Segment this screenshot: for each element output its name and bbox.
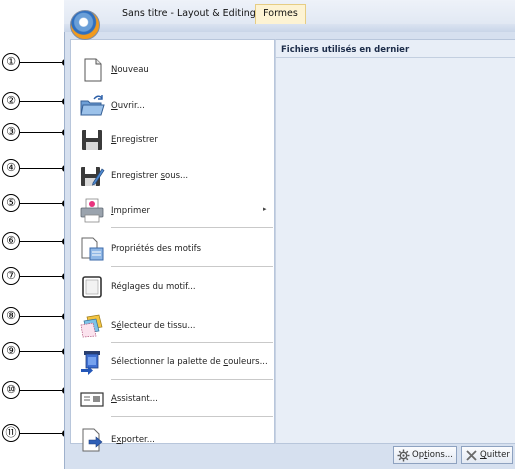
callout-number: ⑪ — [2, 424, 20, 442]
menu-item-open[interactable]: Ouvrir... — [71, 87, 274, 123]
callout-number: ① — [2, 53, 20, 71]
menu-item-label: Propriétés des motifs — [111, 244, 202, 254]
save-as-icon — [81, 167, 105, 186]
quit-button[interactable]: Quitter — [461, 446, 513, 464]
callout-number: ⑤ — [2, 194, 20, 212]
callout-8: ⑧ — [0, 307, 70, 327]
fabric-selector-icon — [80, 314, 103, 338]
callout-number: ④ — [2, 159, 20, 177]
callout-line — [20, 276, 62, 278]
callout-number: ⑨ — [2, 342, 20, 360]
callout-6: ⑥ — [0, 232, 70, 252]
app-window: Sans titre - Layout & Editing Formes Nou… — [64, 0, 515, 469]
menu-item-fabric-selector[interactable]: Sélecteur de tissu... — [71, 307, 274, 343]
menu-separator — [111, 266, 273, 267]
export-icon — [82, 428, 103, 452]
callout-line — [20, 316, 62, 318]
submenu-arrow-icon: ▸ — [263, 205, 267, 213]
callout-number: ③ — [2, 123, 20, 141]
recent-files-header: Fichiers utilisés en dernier — [276, 40, 515, 58]
callout-11: ⑪ — [0, 424, 70, 444]
callout-number: ② — [2, 92, 20, 110]
application-button[interactable] — [70, 10, 100, 40]
callout-line — [20, 351, 62, 353]
callout-line — [20, 433, 62, 435]
menu-item-label: Assistant... — [111, 394, 158, 404]
menu-item-new[interactable]: Nouveau — [71, 51, 274, 87]
options-button[interactable]: Options... — [393, 446, 457, 464]
close-icon — [466, 450, 477, 461]
callout-10: ⑩ — [0, 381, 70, 401]
design-properties-icon — [81, 237, 104, 261]
callout-line — [20, 168, 62, 170]
new-document-icon — [84, 58, 102, 82]
wizard-icon — [80, 392, 104, 407]
callout-number: ⑥ — [2, 232, 20, 250]
callout-4: ④ — [0, 159, 70, 179]
menu-separator — [111, 416, 273, 417]
menu-item-export[interactable]: Exporter... — [71, 421, 274, 457]
options-button-label: Options... — [412, 450, 453, 460]
color-palette-icon — [81, 351, 100, 375]
menu-separator — [111, 227, 273, 228]
window-title: Sans titre - Layout & Editing — [122, 8, 256, 19]
menu-commands-panel: Nouveau Ouvrir... Enregistrer Enregistre… — [70, 39, 275, 452]
callout-2: ② — [0, 92, 70, 112]
callout-7: ⑦ — [0, 267, 70, 287]
callout-line — [20, 132, 62, 134]
menu-item-label: Ouvrir... — [111, 101, 145, 111]
design-settings-icon — [82, 276, 102, 298]
callout-5: ⑤ — [0, 194, 70, 214]
recent-files-panel: Fichiers utilisés en dernier — [275, 39, 515, 444]
menu-item-design-settings[interactable]: Réglages du motif... — [71, 268, 274, 304]
menu-item-label: Sélecteur de tissu... — [111, 321, 196, 331]
callout-line — [20, 62, 62, 64]
callout-number: ⑩ — [2, 381, 20, 399]
callout-line — [20, 101, 62, 103]
menu-item-label: Sélectionner la palette de couleurs... — [111, 357, 268, 367]
callout-1: ① — [0, 53, 70, 73]
menu-item-label: Enregistrer sous... — [111, 171, 189, 181]
callout-9: ⑨ — [0, 342, 70, 362]
save-icon — [82, 130, 102, 150]
menu-item-label: Réglages du motif... — [111, 282, 196, 292]
callout-number: ⑧ — [2, 307, 20, 325]
menu-item-wizard[interactable]: Assistant... — [71, 380, 274, 416]
callout-line — [20, 390, 62, 392]
menu-item-design-properties[interactable]: Propriétés des motifs — [71, 230, 274, 266]
ribbon-edge — [64, 24, 515, 32]
menu-item-label: Nouveau — [111, 65, 149, 75]
callout-line — [20, 203, 62, 205]
callout-line — [20, 241, 62, 243]
open-folder-icon — [80, 95, 105, 116]
menu-item-label: Enregistrer — [111, 135, 158, 145]
menu-item-print[interactable]: Imprimer ▸ — [71, 192, 274, 228]
tab-formes[interactable]: Formes — [255, 4, 306, 24]
callout-3: ③ — [0, 123, 70, 143]
menu-item-save-as[interactable]: Enregistrer sous... — [71, 157, 274, 193]
menu-item-label: Imprimer — [111, 206, 151, 216]
application-menu: Nouveau Ouvrir... Enregistrer Enregistre… — [64, 32, 515, 469]
menu-item-color-palette[interactable]: Sélectionner la palette de couleurs... — [71, 343, 274, 379]
menu-item-label: Exporter... — [111, 435, 155, 445]
callout-number: ⑦ — [2, 267, 20, 285]
quit-button-label: Quitter — [480, 450, 510, 460]
printer-icon — [80, 198, 104, 223]
gear-icon — [397, 449, 410, 462]
menu-item-save[interactable]: Enregistrer — [71, 121, 274, 157]
